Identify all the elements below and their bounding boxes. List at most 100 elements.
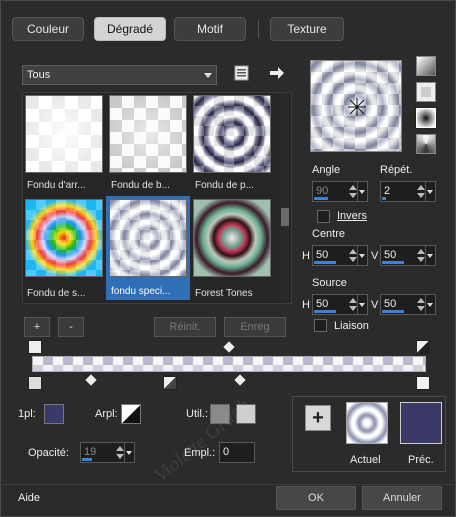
centre-v-value: 50 — [384, 249, 397, 261]
slider-popup-icon[interactable] — [425, 182, 435, 201]
tab-texture[interactable]: Texture — [270, 17, 344, 41]
color-stop-left[interactable] — [28, 376, 42, 390]
source-h-spinbox[interactable]: 50 — [312, 294, 368, 315]
centre-label: Centre — [312, 228, 346, 240]
cancel-label: Annuler — [383, 492, 421, 504]
spin-arrows-icon[interactable] — [417, 248, 425, 263]
tab-label: Couleur — [26, 22, 70, 36]
location-value: 0 — [223, 446, 230, 458]
repeat-value: 2 — [384, 185, 391, 197]
cancel-button[interactable]: Annuler — [362, 486, 442, 510]
opacity-label: Opacité: — [28, 447, 69, 459]
current-label: Actuel — [350, 454, 381, 466]
source-h-label: H — [302, 299, 310, 311]
opacity-value: 19 — [84, 446, 97, 458]
list-scrollbar[interactable] — [281, 94, 289, 300]
link-label: Liaison — [334, 320, 369, 332]
gradient-thumb-selected[interactable] — [109, 199, 187, 277]
opacity-spinbox[interactable]: 19 — [80, 442, 135, 463]
slider-popup-icon[interactable] — [357, 295, 367, 314]
previous-label: Préc. — [408, 454, 434, 466]
tab-label: Dégradé — [106, 22, 154, 36]
reset-button[interactable]: Réinit. — [154, 317, 216, 337]
center-handle-icon[interactable] — [347, 97, 367, 117]
gradient-thumb-label: Fondu d'arr... — [27, 180, 86, 191]
spin-arrows-icon[interactable] — [116, 445, 124, 460]
invert-label: Invers — [337, 210, 367, 222]
foreground-swatch[interactable] — [44, 404, 64, 424]
save-label: Enreg — [240, 321, 270, 333]
tab-couleur[interactable]: Couleur — [12, 17, 84, 41]
gradient-preview[interactable] — [310, 60, 402, 152]
location-field[interactable]: 0 — [219, 442, 255, 463]
foreground-label: 1pl: — [18, 408, 36, 420]
color-stop-middle[interactable] — [163, 376, 177, 390]
source-v-slider[interactable] — [382, 310, 404, 313]
invert-checkbox[interactable] — [317, 210, 330, 223]
slider-popup-icon[interactable] — [425, 246, 435, 265]
gradient-thumb[interactable] — [109, 95, 187, 173]
category-value: Tous — [27, 69, 51, 81]
slider-popup-icon[interactable] — [357, 246, 367, 265]
repeat-spinbox[interactable]: 2 — [380, 181, 436, 202]
remove-gradient-button[interactable]: - — [58, 317, 84, 337]
source-label: Source — [312, 277, 347, 289]
centre-v-spinbox[interactable]: 50 — [380, 245, 436, 266]
gradient-thumb-label: Fondu de s... — [27, 288, 86, 299]
previous-swatch[interactable] — [400, 402, 442, 444]
spin-arrows-icon[interactable] — [349, 297, 357, 312]
linear-style-icon[interactable] — [416, 56, 436, 76]
tab-degrade[interactable]: Dégradé — [94, 17, 166, 41]
current-swatch[interactable] — [346, 402, 388, 444]
help-link[interactable]: Aide — [18, 492, 40, 504]
source-v-spinbox[interactable]: 50 — [380, 294, 436, 315]
repeat-slider[interactable] — [382, 197, 386, 200]
source-h-value: 50 — [316, 298, 329, 310]
angle-label: Angle — [312, 164, 341, 176]
sunburst-style-icon[interactable] — [416, 134, 436, 154]
spin-arrows-icon[interactable] — [349, 248, 357, 263]
spin-arrows-icon[interactable] — [417, 184, 425, 199]
remove-label: - — [69, 321, 73, 333]
save-button[interactable]: Enreg — [224, 317, 286, 337]
spin-arrows-icon[interactable] — [417, 297, 425, 312]
resource-manager-icon[interactable] — [234, 65, 250, 81]
centre-h-label: H — [302, 250, 310, 262]
opacity-stop-left[interactable] — [28, 340, 42, 354]
category-dropdown[interactable]: Tous — [22, 65, 217, 85]
gradient-thumb[interactable] — [25, 95, 103, 173]
rectangular-style-icon[interactable] — [416, 82, 436, 102]
ok-button[interactable]: OK — [276, 486, 356, 510]
add-to-swatches-icon[interactable]: + — [305, 405, 331, 431]
add-gradient-button[interactable]: + — [24, 317, 50, 337]
user-color-label: Util.: — [186, 408, 208, 420]
centre-h-slider[interactable] — [314, 261, 336, 264]
slider-popup-icon[interactable] — [357, 182, 367, 201]
gradient-thumb[interactable] — [25, 199, 103, 277]
angle-spinbox[interactable]: 90 — [312, 181, 368, 202]
centre-h-spinbox[interactable]: 50 — [312, 245, 368, 266]
gradient-thumb[interactable] — [193, 95, 271, 173]
color-stop-right[interactable] — [416, 376, 430, 390]
slider-popup-icon[interactable] — [425, 295, 435, 314]
centre-v-slider[interactable] — [382, 261, 404, 264]
gradient-thumb-label: fondu speci... — [109, 286, 187, 297]
list-scrollbar-thumb[interactable] — [281, 208, 289, 226]
arrow-right-icon[interactable] — [268, 65, 286, 81]
repeat-label: Répét. — [380, 164, 413, 176]
footer-divider — [0, 484, 456, 485]
angle-slider[interactable] — [314, 197, 328, 200]
opacity-slider[interactable] — [82, 458, 92, 461]
link-checkbox[interactable] — [314, 319, 327, 332]
gradient-thumb-label: Fondu de p... — [195, 180, 254, 191]
spin-arrows-icon[interactable] — [349, 184, 357, 199]
source-h-slider[interactable] — [314, 310, 336, 313]
background-swatch[interactable] — [121, 404, 141, 424]
gradient-thumb[interactable] — [193, 199, 271, 277]
slider-popup-icon[interactable] — [124, 443, 134, 462]
gradient-strip[interactable] — [32, 356, 426, 372]
radial-style-icon[interactable] — [416, 108, 436, 128]
centre-v-label: V — [371, 250, 379, 262]
tab-motif[interactable]: Motif — [174, 17, 246, 41]
opacity-stop-right[interactable] — [416, 340, 430, 354]
